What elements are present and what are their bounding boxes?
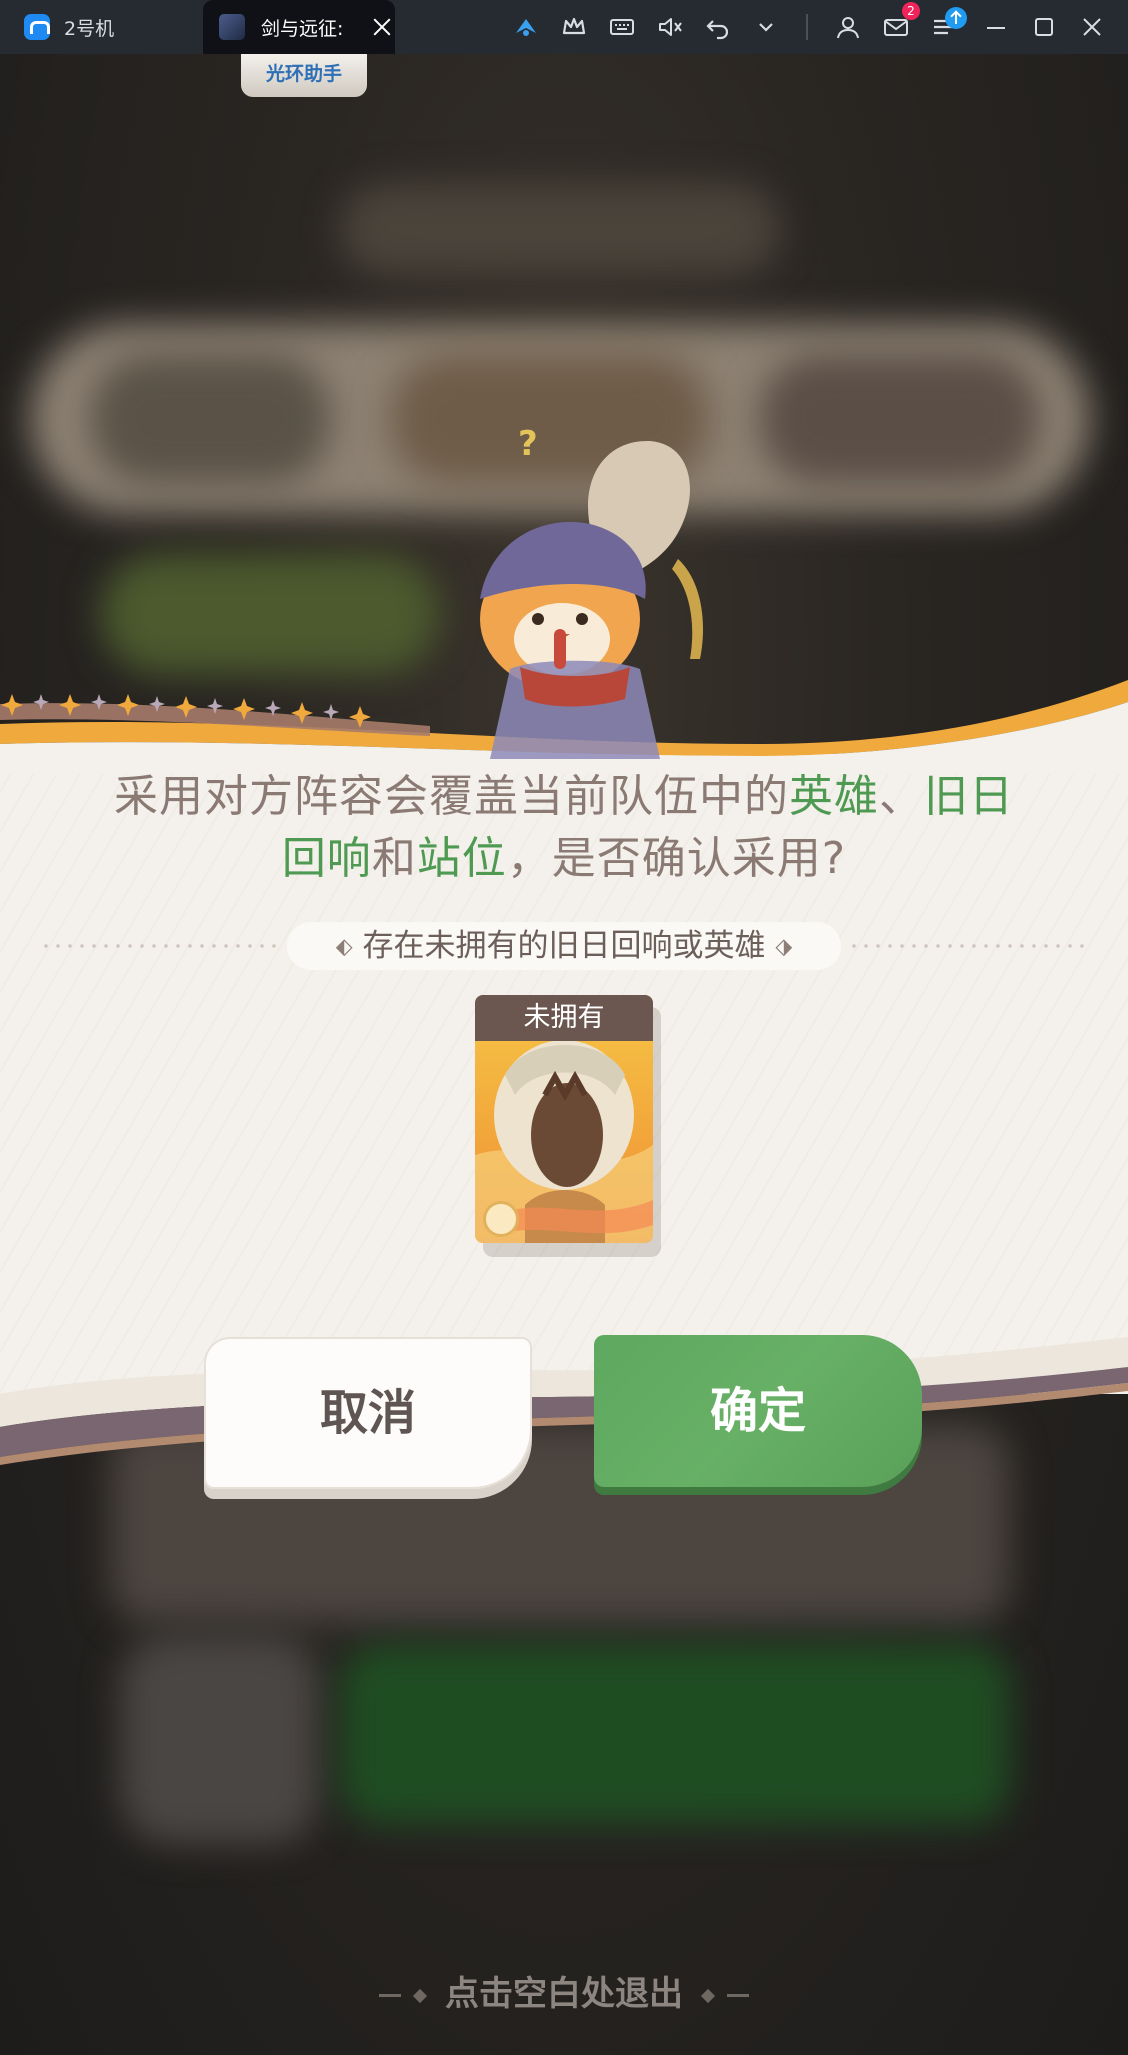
mail-badge: 2: [902, 2, 920, 20]
confirm-button[interactable]: 确定: [594, 1335, 922, 1487]
missing-notice-text: 存在未拥有的旧日回响或英雄: [362, 928, 766, 964]
confirm-button-label: 确定: [709, 1383, 806, 1439]
missing-notice-row: ⬖ 存在未拥有的旧日回响或英雄 ⬗: [40, 922, 1088, 970]
arrow-right-icon: ⬗: [775, 934, 793, 960]
background-button-blur: [340, 1644, 1010, 1824]
squirrel-mascot-icon: [480, 440, 704, 759]
prompt-highlight-position: 站位: [416, 833, 507, 884]
background-title-blur: [340, 184, 780, 274]
exit-hint-text: 点击空白处退出: [445, 1974, 683, 2014]
prompt-question: ，是否确认采用?: [506, 833, 847, 884]
tab-game[interactable]: 剑与远征:: [203, 0, 395, 54]
tab-close-icon[interactable]: [369, 14, 395, 40]
hint-line-left: [379, 1994, 402, 1997]
diamond-icon: [700, 1988, 715, 2003]
background-button-blur: [120, 1634, 320, 1844]
exit-hint[interactable]: 点击空白处退出: [360, 1966, 768, 2015]
dialog-ribbon-bottom: [0, 1337, 1128, 1465]
faction-emblem-icon: [483, 1201, 519, 1237]
hint-line-right: [726, 1994, 749, 1997]
helper-assistant-button[interactable]: 光环助手: [241, 54, 367, 97]
question-mark: ?: [518, 424, 538, 464]
prompt-highlight-hero: 英雄: [789, 771, 879, 822]
missing-notice: ⬖ 存在未拥有的旧日回响或英雄 ⬗: [287, 922, 841, 970]
game-icon: [219, 14, 245, 40]
tab-home-label: 2号机: [64, 17, 115, 40]
app-logo-icon: [24, 14, 50, 40]
not-owned-label: 未拥有: [475, 995, 653, 1041]
background-hero-blur: [760, 354, 1040, 484]
tab-game-label: 剑与远征:: [261, 17, 344, 40]
hero-card[interactable]: 未拥有: [475, 995, 661, 1257]
maximize-icon[interactable]: [1030, 13, 1058, 41]
minimize-icon[interactable]: [982, 13, 1010, 41]
game-viewport[interactable]: 光环助手 ? 采用对方阵容会覆盖当前队伍中的英雄、旧日回响和站位，是否确认采用?…: [0, 54, 1128, 2055]
dotted-divider: [40, 944, 280, 948]
mute-icon[interactable]: [656, 13, 684, 41]
prompt-text: 采用对方阵容会覆盖当前队伍中的: [114, 771, 789, 822]
confirm-prompt: 采用对方阵容会覆盖当前队伍中的英雄、旧日回响和站位，是否确认采用?: [100, 766, 1028, 890]
diamond-icon: [413, 1988, 428, 2003]
account-icon[interactable]: [834, 13, 862, 41]
toolbar-divider: [806, 14, 808, 40]
prompt-and: 和: [371, 833, 417, 884]
keyboard-icon[interactable]: [608, 13, 636, 41]
background-hero-blur: [90, 354, 330, 484]
title-bar: 2号机 剑与远征: 2: [0, 0, 1128, 54]
arrow-left-icon: ⬖: [335, 934, 353, 960]
cancel-button-label: 取消: [319, 1385, 416, 1441]
close-icon[interactable]: [1078, 13, 1106, 41]
crown-icon[interactable]: [560, 13, 588, 41]
tab-home[interactable]: 2号机: [0, 0, 203, 54]
back-icon[interactable]: [704, 13, 732, 41]
dotted-divider: [848, 944, 1088, 948]
prompt-separator: 、: [879, 771, 924, 822]
chevron-down-icon[interactable]: [752, 13, 780, 41]
operation-icon[interactable]: [512, 13, 540, 41]
update-badge-icon: [945, 7, 967, 29]
cancel-button[interactable]: 取消: [204, 1337, 532, 1489]
